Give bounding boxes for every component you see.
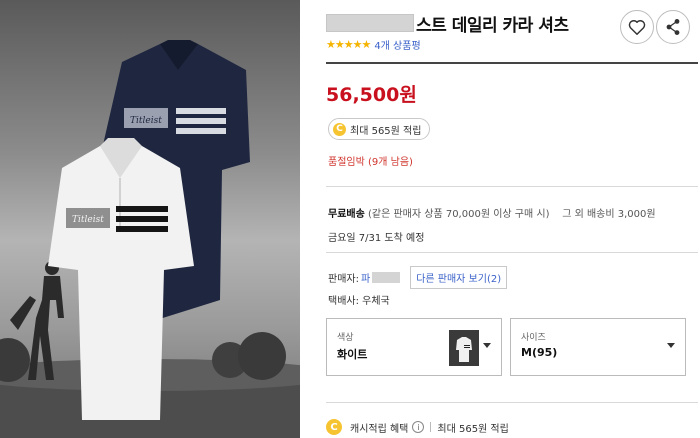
seller-name-link[interactable]: 파 — [361, 270, 370, 285]
size-option-label: 사이즈 — [521, 333, 546, 343]
title-divider — [326, 62, 698, 64]
arrival-date: 금요일 7/31 도착 예정 — [328, 233, 425, 244]
share-button[interactable] — [656, 10, 690, 44]
rating-row: ★★★★★ 4개 상품평 — [326, 37, 421, 52]
price-divider — [326, 186, 698, 187]
review-count-link[interactable]: 4개 상품평 — [374, 37, 420, 52]
chevron-down-icon — [667, 343, 675, 348]
free-shipping-condition: (같은 판매자 상품 70,000원 이상 구매 시) — [368, 209, 550, 220]
cashback-amount: 최대 565원 적립 — [437, 423, 509, 435]
navy-logo-text: Titleist — [130, 116, 162, 126]
product-price: 56,500원 — [326, 84, 417, 106]
shipping-divider — [326, 252, 698, 253]
cashback-label: 캐시적립 혜택 — [350, 423, 409, 435]
rating-stars: ★★★★★ — [326, 38, 371, 51]
point-badge: C 최대 565원 적립 — [328, 118, 431, 140]
product-photo: Titleist Titleist — [0, 40, 300, 438]
title-redacted-block — [326, 14, 414, 32]
stock-status: 품절임박 (9개 남음) — [328, 157, 413, 168]
courier-info: 택배사: 우체국 — [328, 296, 390, 307]
size-option-select[interactable]: 사이즈 M(95) — [510, 318, 686, 376]
free-shipping-label: 무료배송 — [328, 209, 365, 220]
wishlist-button[interactable] — [620, 10, 654, 44]
cash-coin-icon: C — [326, 419, 342, 435]
heart-icon — [628, 20, 646, 35]
share-icon — [666, 19, 680, 35]
other-shipping-fee: 그 외 배송비 3,000원 — [562, 209, 656, 220]
shipping-info: 무료배송 (같은 판매자 상품 70,000원 이상 구매 시) 그 외 배송비… — [328, 205, 656, 220]
chevron-down-icon — [483, 343, 491, 348]
point-badge-text: 최대 565원 적립 — [350, 125, 422, 137]
product-image: Titleist Titleist — [0, 0, 300, 438]
product-title: 스트 데일리 카라 셔츠 — [326, 10, 569, 36]
seller-row: 판매자: 파 다른 판매자 보기(2) — [328, 266, 508, 289]
white-logo-text: Titleist — [72, 215, 104, 225]
coin-icon: C — [333, 122, 346, 136]
color-option-select[interactable]: 색상 화이트 — [326, 318, 502, 376]
product-title-text: 스트 데일리 카라 셔츠 — [416, 15, 569, 36]
product-info-panel: 스트 데일리 카라 셔츠 ★★★★★ 4개 상품평 56,500원 C 최대 5… — [316, 0, 700, 438]
other-sellers-button[interactable]: 다른 판매자 보기(2) — [410, 266, 508, 289]
info-icon[interactable]: i — [412, 421, 425, 433]
size-option-value: M(95) — [521, 346, 558, 359]
options-divider — [326, 402, 698, 403]
seller-redacted-block — [372, 272, 401, 283]
cashback-row: C 캐시적립 혜택 i 최대 565원 적립 — [326, 419, 509, 435]
color-option-label: 색상 — [337, 333, 354, 343]
color-thumbnail — [449, 330, 479, 366]
cashback-separator — [430, 422, 432, 432]
seller-label: 판매자: — [328, 274, 359, 285]
color-option-value: 화이트 — [337, 348, 368, 361]
